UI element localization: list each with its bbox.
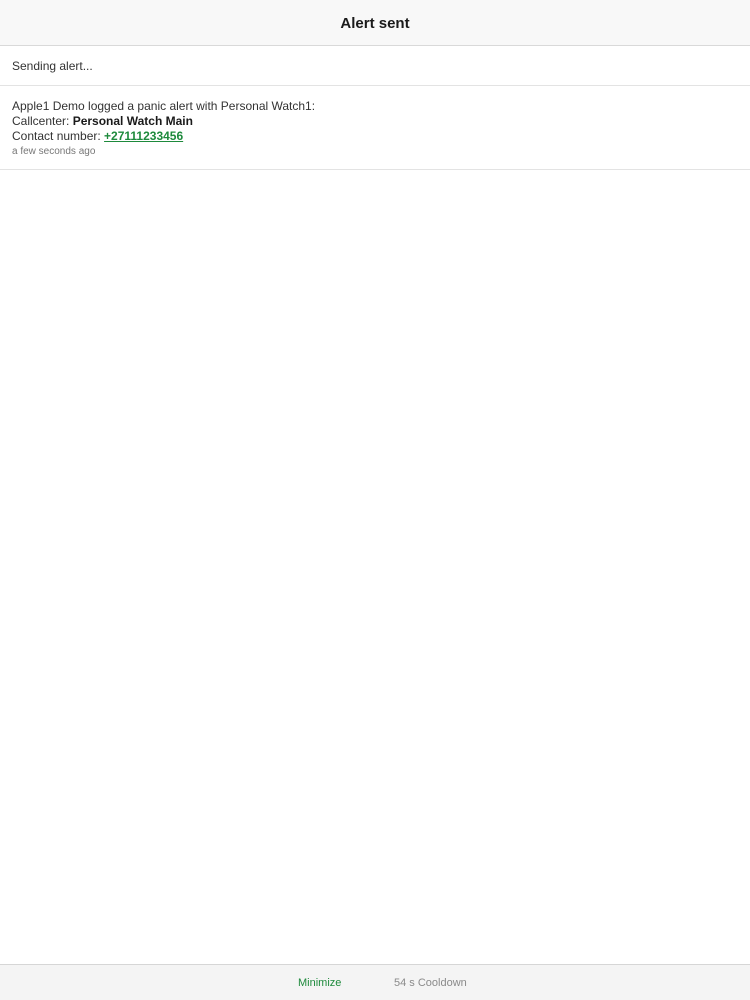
alert-entry: Apple1 Demo logged a panic alert with Pe…	[0, 86, 750, 170]
bottom-toolbar: Minimize 54 s Cooldown	[0, 964, 750, 1000]
contact-line: Contact number: +27111233456	[12, 129, 738, 144]
sending-status-row: Sending alert...	[0, 46, 750, 86]
page-title: Alert sent	[340, 15, 410, 32]
alert-message: Apple1 Demo logged a panic alert with Pe…	[12, 99, 316, 113]
contact-number-link[interactable]: +27111233456	[104, 129, 183, 143]
contact-label: Contact number:	[12, 129, 105, 143]
alert-list: Sending alert... Apple1 Demo logged a pa…	[0, 46, 750, 964]
cooldown-indicator: 54 s Cooldown	[394, 976, 467, 989]
callcenter-label: Callcenter:	[12, 114, 73, 128]
minimize-button[interactable]: Minimize	[298, 965, 341, 1000]
sending-status-text: Sending alert...	[12, 58, 93, 73]
navigation-bar: Alert sent	[0, 0, 750, 46]
callcenter-line: Callcenter: Personal Watch Main	[12, 114, 738, 129]
callcenter-value: Personal Watch Main	[72, 114, 193, 128]
alert-timestamp: a few seconds ago	[12, 146, 96, 157]
